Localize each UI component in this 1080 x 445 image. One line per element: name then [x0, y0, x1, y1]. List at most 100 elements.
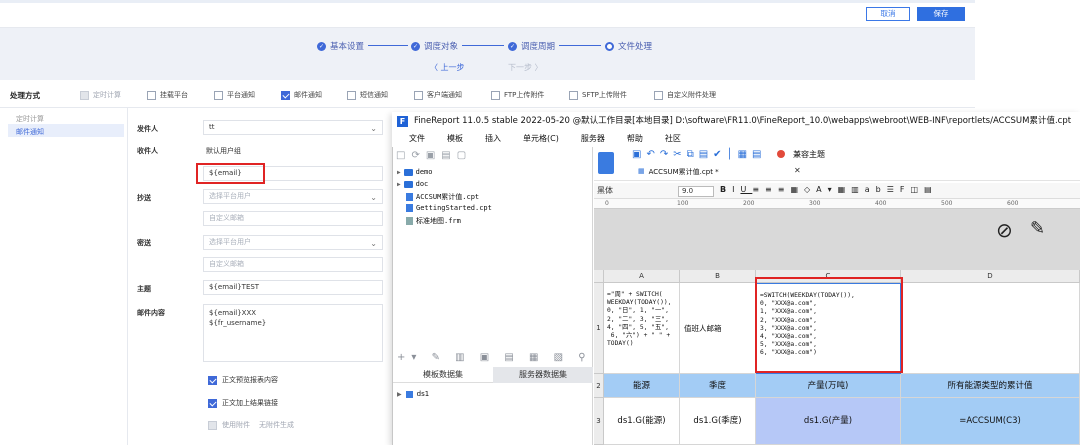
cell-c2[interactable]: 产量(万吨): [756, 374, 901, 398]
checkbox[interactable]: [147, 90, 156, 100]
option-custom-attachment[interactable]: 自定义附件处理: [654, 90, 716, 100]
opt-result-link[interactable]: 正文加上结果链接: [208, 398, 278, 408]
option-mount-platform[interactable]: 挂载平台: [147, 90, 188, 100]
cell-b1[interactable]: 值班人邮箱: [680, 283, 756, 374]
cell-c3[interactable]: ds1.G(产量): [756, 398, 901, 445]
column-header[interactable]: A: [604, 270, 680, 283]
option-label: 正文加上结果链接: [222, 399, 278, 407]
body-label: 邮件内容: [137, 309, 165, 317]
right-blank-pane: [975, 0, 1080, 110]
expand-arrow-icon[interactable]: ▶: [397, 169, 401, 176]
cell-b3[interactable]: ds1.G(季度): [680, 398, 756, 445]
step-file-processing[interactable]: 文件处理: [605, 40, 652, 52]
option-label: 邮件通知: [294, 91, 322, 99]
font-size-select[interactable]: 9.0: [678, 186, 714, 197]
menu-help[interactable]: 帮助: [616, 131, 654, 147]
option-sftp-upload[interactable]: SFTP上传附件: [569, 90, 627, 100]
menu-template[interactable]: 模板: [436, 131, 474, 147]
option-email-notify[interactable]: 邮件通知: [281, 90, 322, 100]
checkbox-checked[interactable]: [208, 375, 217, 385]
option-scheduled-calc: 定时计算: [80, 90, 121, 100]
bcc-email-input[interactable]: 自定义邮箱: [203, 257, 383, 272]
option-client-notify[interactable]: 客户端通知: [414, 90, 462, 100]
step-connector: [559, 45, 601, 46]
menu-cell[interactable]: 单元格(C): [512, 131, 570, 147]
menu-file[interactable]: 文件: [398, 131, 436, 147]
edit-toolbar-icons[interactable]: ▣↶↷✂⧉▤✔│▦▤: [632, 149, 766, 160]
cell-b2[interactable]: 季度: [680, 374, 756, 398]
tree-item-accsum[interactable]: ACCSUM累计值.cpt: [406, 192, 479, 202]
menu-insert[interactable]: 插入: [474, 131, 512, 147]
subject-input[interactable]: ${email}TEST: [203, 280, 383, 295]
format-icons[interactable]: BIU≡≡≡▦◇A▾▦▥ab☰F◫▤: [720, 185, 938, 194]
tab-template-dataset[interactable]: 模板数据集: [393, 367, 493, 383]
edit-pencil-icon[interactable]: ✎: [1030, 218, 1045, 239]
column-header[interactable]: D: [901, 270, 1080, 283]
prev-step-button[interactable]: 〈 上一步: [430, 62, 465, 73]
bcc-user-select[interactable]: 选择平台用户 ⌄: [203, 235, 383, 250]
check-icon: ✓: [508, 41, 517, 51]
opt-preview-report[interactable]: 正文预览报表内容: [208, 375, 278, 385]
save-button[interactable]: 保存: [917, 7, 965, 21]
checkbox-checked[interactable]: [208, 398, 217, 408]
menu-server[interactable]: 服务器: [570, 131, 616, 147]
body-textarea[interactable]: ${email}XXX ${fr_username}: [203, 304, 383, 362]
step-basic-settings[interactable]: ✓ 基本设置: [317, 40, 364, 52]
option-ftp-upload[interactable]: FTP上传附件: [491, 90, 544, 100]
close-tab-icon[interactable]: ✕: [794, 166, 801, 175]
dataset-toolbar[interactable]: +▾ ✎ ▥ ▣ ▤ ▦ ▧ ⚲: [397, 352, 592, 363]
cc-email-input[interactable]: 自定义邮箱: [203, 211, 383, 226]
menu-community[interactable]: 社区: [654, 131, 692, 147]
cell-d2[interactable]: 所有能源类型的累计值: [901, 374, 1080, 398]
cancel-button[interactable]: 取消: [866, 7, 910, 21]
option-platform-notify[interactable]: 平台通知: [214, 90, 255, 100]
body-line: ${fr_username}: [209, 319, 267, 327]
dataset-label: ds1: [416, 390, 430, 398]
column-header[interactable]: B: [680, 270, 756, 283]
option-label: FTP上传附件: [504, 91, 545, 99]
option-sms-notify[interactable]: 短信通知: [347, 90, 388, 100]
checkbox[interactable]: [214, 90, 223, 100]
expand-arrow-icon[interactable]: ▶: [397, 181, 401, 188]
checkbox-checked[interactable]: [281, 90, 290, 100]
doc-tab[interactable]: ▦ ACCSUM累计值.cpt *: [638, 167, 719, 177]
grid-corner[interactable]: [594, 270, 604, 283]
checkbox[interactable]: [414, 90, 423, 100]
tree-item-map[interactable]: 标准地图.frm: [406, 216, 461, 226]
cell-a1[interactable]: ="周" + SWITCH( WEEKDAY(TODAY()), 0, "日",…: [604, 283, 680, 374]
cell-d1[interactable]: [901, 283, 1080, 374]
sidebar-item-scheduled-calc[interactable]: 定时计算: [16, 114, 44, 124]
tree-item-demo[interactable]: ▶ demo: [397, 168, 432, 176]
checkbox[interactable]: [491, 90, 500, 100]
cell-a2[interactable]: 能源: [604, 374, 680, 398]
cell-a3[interactable]: ds1.G(能源): [604, 398, 680, 445]
checkbox[interactable]: [347, 90, 356, 100]
cc-user-select[interactable]: 选择平台用户 ⌄: [203, 189, 383, 204]
step-connector: [462, 45, 504, 46]
window-title: FineReport 11.0.5 stable 2022-05-20 @默认工…: [392, 112, 1080, 131]
sidebar-item-email-notify[interactable]: 邮件通知: [16, 127, 44, 137]
checkbox[interactable]: [569, 90, 578, 100]
next-step-button[interactable]: 下一步 〉: [508, 62, 543, 73]
ruler-tick: 600: [1007, 200, 1019, 207]
row-header[interactable]: 3: [594, 398, 604, 445]
step-schedule-object[interactable]: ✓ 调度对象: [411, 40, 458, 52]
compat-theme-button[interactable]: 兼容主题: [793, 149, 825, 160]
tree-item-doc[interactable]: ▶ doc: [397, 180, 428, 188]
dataset-item-ds1[interactable]: ▶ ds1: [397, 390, 429, 398]
row-header[interactable]: 1: [594, 283, 604, 374]
sender-select[interactable]: tt ⌄: [203, 120, 383, 135]
hide-eye-icon[interactable]: ⊘: [996, 218, 1013, 242]
cell-d3[interactable]: =ACCSUM(C3): [901, 398, 1080, 445]
expand-arrow-icon[interactable]: ▶: [397, 391, 402, 398]
step-schedule-period[interactable]: ✓ 调度周期: [508, 40, 555, 52]
tab-server-dataset[interactable]: 服务器数据集: [493, 367, 593, 383]
font-family-select[interactable]: 黑体: [597, 185, 613, 196]
option-label: 自定义附件处理: [667, 91, 716, 99]
checkbox[interactable]: [654, 90, 663, 100]
row-header[interactable]: 2: [594, 374, 604, 398]
dataset-icon: [405, 390, 413, 398]
tree-toolbar[interactable]: □⟳▣▤▢: [396, 150, 472, 161]
tree-item-gettingstarted[interactable]: GettingStarted.cpt: [406, 204, 492, 212]
design-mode-icon[interactable]: [598, 152, 614, 174]
